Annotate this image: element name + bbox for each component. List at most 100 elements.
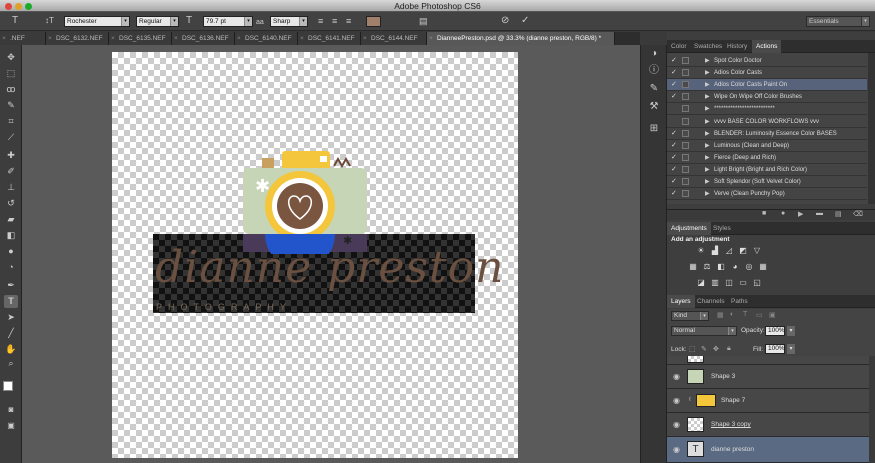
tab-document[interactable]: × .NEF	[0, 32, 46, 45]
layer-row[interactable]: ◉ ℓ Shape 7	[667, 389, 875, 413]
action-toggle-icon[interactable]: ✓	[671, 188, 677, 200]
black-white-icon[interactable]: ◧	[716, 262, 726, 272]
stop-icon[interactable]: ■	[762, 210, 766, 217]
action-dialog-toggle[interactable]	[682, 105, 689, 113]
action-dialog-toggle[interactable]	[682, 190, 689, 198]
visibility-eye-icon[interactable]: ◉	[673, 445, 680, 454]
font-style-select[interactable]: Regular ▾	[136, 16, 179, 27]
tab-color[interactable]: Color	[667, 40, 691, 53]
character-panel-icon[interactable]: ▤	[419, 15, 428, 27]
lock-position-icon[interactable]: ✥	[713, 345, 719, 353]
visibility-eye-icon[interactable]: ◉	[673, 396, 680, 405]
eraser-tool-icon[interactable]: ▰	[4, 213, 18, 226]
action-dialog-toggle[interactable]	[682, 69, 689, 77]
expand-triangle-icon[interactable]: ▶	[705, 67, 710, 79]
layer-row[interactable]: ◉ Shape 3	[667, 365, 875, 389]
tab-document[interactable]: × DSC_6136.NEF	[172, 32, 235, 45]
workspace-select[interactable]: Essentials ▾	[806, 16, 870, 27]
action-dialog-toggle[interactable]	[682, 153, 689, 161]
tab-layers[interactable]: Layers	[667, 295, 695, 308]
text-color-swatch[interactable]	[366, 16, 381, 27]
tab-history[interactable]: History	[723, 40, 751, 53]
action-dialog-toggle[interactable]	[682, 81, 689, 89]
channel-mixer-icon[interactable]: ◎	[744, 262, 754, 272]
crop-tool-icon[interactable]: ⌗	[4, 115, 18, 128]
action-toggle-icon[interactable]: ✓	[671, 152, 677, 164]
action-toggle-icon[interactable]: ✓	[671, 140, 677, 152]
visibility-eye-icon[interactable]: ◉	[673, 420, 680, 429]
action-toggle-icon[interactable]: ✓	[671, 79, 677, 91]
expand-triangle-icon[interactable]: ▶	[705, 128, 710, 140]
move-tool-icon[interactable]: ✥	[4, 51, 18, 64]
line-tool-icon[interactable]: ╱	[4, 327, 18, 340]
align-center-icon[interactable]: ≡	[332, 15, 337, 27]
action-toggle-icon[interactable]: ✓	[671, 67, 677, 79]
pen-tool-icon[interactable]: ✒	[4, 279, 18, 292]
lock-all-icon[interactable]: 🔒︎	[727, 345, 731, 353]
action-row[interactable]: ✓ ▶ Soft Splendor (Soft Velvet Color)	[667, 176, 867, 188]
dodge-tool-icon[interactable]: ◔	[4, 261, 18, 274]
blend-mode-select[interactable]: Normal ▾	[671, 326, 737, 336]
action-dialog-toggle[interactable]	[682, 93, 689, 101]
expand-triangle-icon[interactable]: ▶	[705, 140, 710, 152]
filter-adjustment-icon[interactable]: ◐	[730, 311, 734, 318]
info-panel-icon[interactable]: ⓘ	[648, 65, 660, 77]
gradient-tool-icon[interactable]: ◧	[4, 229, 18, 242]
curves-icon[interactable]: ◿	[724, 246, 734, 256]
action-dialog-toggle[interactable]	[682, 165, 689, 173]
zoom-tool-icon[interactable]: ⌕	[4, 357, 18, 370]
history-brush-tool-icon[interactable]: ↺	[4, 197, 18, 210]
cancel-edit-icon[interactable]: ⊘	[501, 15, 509, 27]
marquee-tool-icon[interactable]: ⬚	[4, 67, 18, 80]
character-panel-icon[interactable]: ⊞	[648, 123, 660, 135]
commit-edit-icon[interactable]: ✓	[521, 15, 529, 27]
filter-smart-icon[interactable]: ▣	[769, 311, 776, 319]
action-row[interactable]: ▶ vvvv BASE COLOR WORKFLOWS vvv	[667, 116, 867, 128]
expand-triangle-icon[interactable]: ▶	[705, 176, 710, 188]
action-toggle-icon[interactable]: ✓	[671, 164, 677, 176]
eyedropper-tool-icon[interactable]: ⟋	[4, 131, 18, 144]
layer-row[interactable]: ◉ Shape 3 copy	[667, 413, 875, 437]
new-action-icon[interactable]: ▤	[835, 210, 842, 218]
layer-row-selected[interactable]: ◉ T dianne preston	[667, 437, 875, 463]
threshold-icon[interactable]: ◫	[724, 278, 734, 288]
brush-tool-icon[interactable]: ✐	[4, 165, 18, 178]
expand-triangle-icon[interactable]: ▶	[705, 103, 710, 115]
tab-active-document[interactable]: × DianneePreston.psd @ 33.3% (dianne pres…	[427, 32, 615, 45]
action-dialog-toggle[interactable]	[682, 57, 689, 64]
foreground-color-swatch[interactable]	[3, 381, 13, 391]
expand-triangle-icon[interactable]: ▶	[705, 79, 710, 91]
blur-tool-icon[interactable]: ●	[4, 245, 18, 258]
font-family-select[interactable]: Rochester ▾	[64, 16, 130, 27]
type-tool-icon[interactable]: T	[12, 15, 18, 27]
align-right-icon[interactable]: ≡	[346, 15, 351, 27]
tab-document[interactable]: × DSC_6135.NEF	[109, 32, 172, 45]
tab-document[interactable]: × DSC_6141.NEF	[298, 32, 361, 45]
anti-alias-select[interactable]: Sharp ▾	[270, 16, 308, 27]
action-row[interactable]: ✓ ▶ Light Bright (Bright and Rich Color)	[667, 164, 867, 176]
expand-triangle-icon[interactable]: ▶	[705, 55, 710, 67]
quick-mask-icon[interactable]: ◙	[4, 403, 18, 416]
play-icon[interactable]: ▶	[798, 210, 803, 218]
quick-select-tool-icon[interactable]: ✎	[4, 99, 18, 112]
action-toggle-icon[interactable]: ✓	[671, 91, 677, 103]
expand-triangle-icon[interactable]: ▶	[705, 91, 710, 103]
opacity-field[interactable]: 100%	[765, 326, 785, 336]
layer-filter-select[interactable]: Kind ▾	[671, 311, 709, 321]
fill-field[interactable]: 100%	[765, 344, 785, 354]
path-select-tool-icon[interactable]: ➤	[4, 311, 18, 324]
invert-icon[interactable]: ◪	[696, 278, 706, 288]
action-dialog-toggle[interactable]	[682, 129, 689, 137]
action-row[interactable]: ✓ ▶ Adios Color Casts	[667, 67, 867, 80]
filter-shape-icon[interactable]: ▭	[756, 311, 763, 319]
tool-presets-icon[interactable]: ⚒	[648, 101, 660, 113]
fill-dropdown-icon[interactable]: ▾	[787, 344, 795, 354]
action-dialog-toggle[interactable]	[682, 117, 689, 125]
font-size-field[interactable]: 79.7 pt ▾	[203, 16, 253, 27]
tab-paths[interactable]: Paths	[727, 295, 752, 308]
tab-document[interactable]: × DSC_6144.NEF	[361, 32, 427, 45]
hue-saturation-icon[interactable]: ▦	[688, 262, 698, 272]
new-set-icon[interactable]: ▬	[816, 210, 823, 217]
visibility-eye-icon[interactable]: ◉	[673, 372, 680, 381]
filter-type-icon[interactable]: T	[743, 311, 747, 318]
